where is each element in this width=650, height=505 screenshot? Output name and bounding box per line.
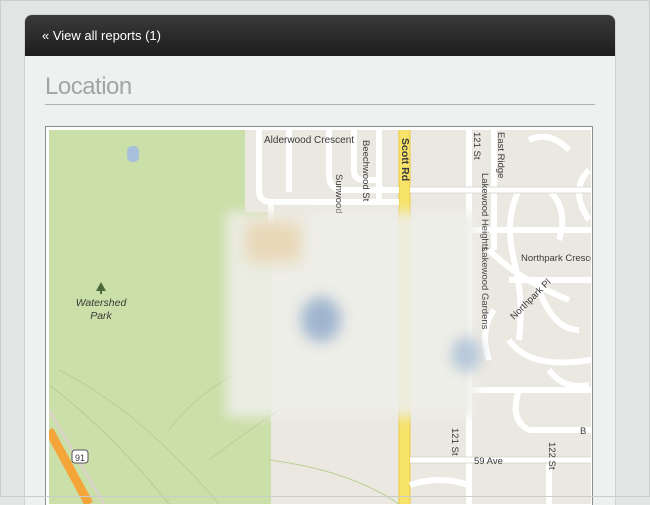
street-label-beechwood: Beechwood St <box>360 140 371 202</box>
tree-trunk <box>100 290 102 294</box>
title-divider <box>45 104 595 105</box>
street-label-121-st-top: 121 St <box>471 132 482 160</box>
street-label-northpark-crescent: Northpark Crescent <box>521 253 591 264</box>
blurred-location-marker <box>301 297 341 342</box>
street-label-lakewood-heights: Lakewood Heights <box>479 173 490 251</box>
blurred-building <box>246 222 301 262</box>
street-label-alderwood: Alderwood Crescent <box>264 135 354 146</box>
street-label-59-ave: 59 Ave <box>474 456 503 467</box>
street-label-sunwood: Sunwood <box>333 174 344 214</box>
section-title: Location <box>45 73 132 100</box>
street-label-east-ridge: East Ridge <box>495 132 506 178</box>
top-nav-bar: « View all reports (1) <box>25 15 615 56</box>
view-all-reports-link[interactable]: « View all reports (1) <box>42 28 161 43</box>
street-label-122-st: 122 St <box>546 442 557 470</box>
blurred-water <box>451 337 481 372</box>
location-map[interactable]: 91 Alderwood Crescent Sunwood Beechwood … <box>45 126 593 505</box>
street-label-lakewood-gardens: Lakewood Gardens <box>479 247 490 330</box>
street-label-b-partial: B <box>580 426 586 437</box>
park-label-line1: Watershed <box>76 297 128 309</box>
highway-number: 91 <box>75 453 85 463</box>
pond <box>127 146 139 162</box>
street-label-scott-rd: Scott Rd <box>399 138 411 181</box>
street-label-121-st-bottom: 121 St <box>449 428 460 456</box>
report-card: « View all reports (1) Location 91 Alder… <box>25 15 615 505</box>
park-label-line2: Park <box>90 310 112 322</box>
